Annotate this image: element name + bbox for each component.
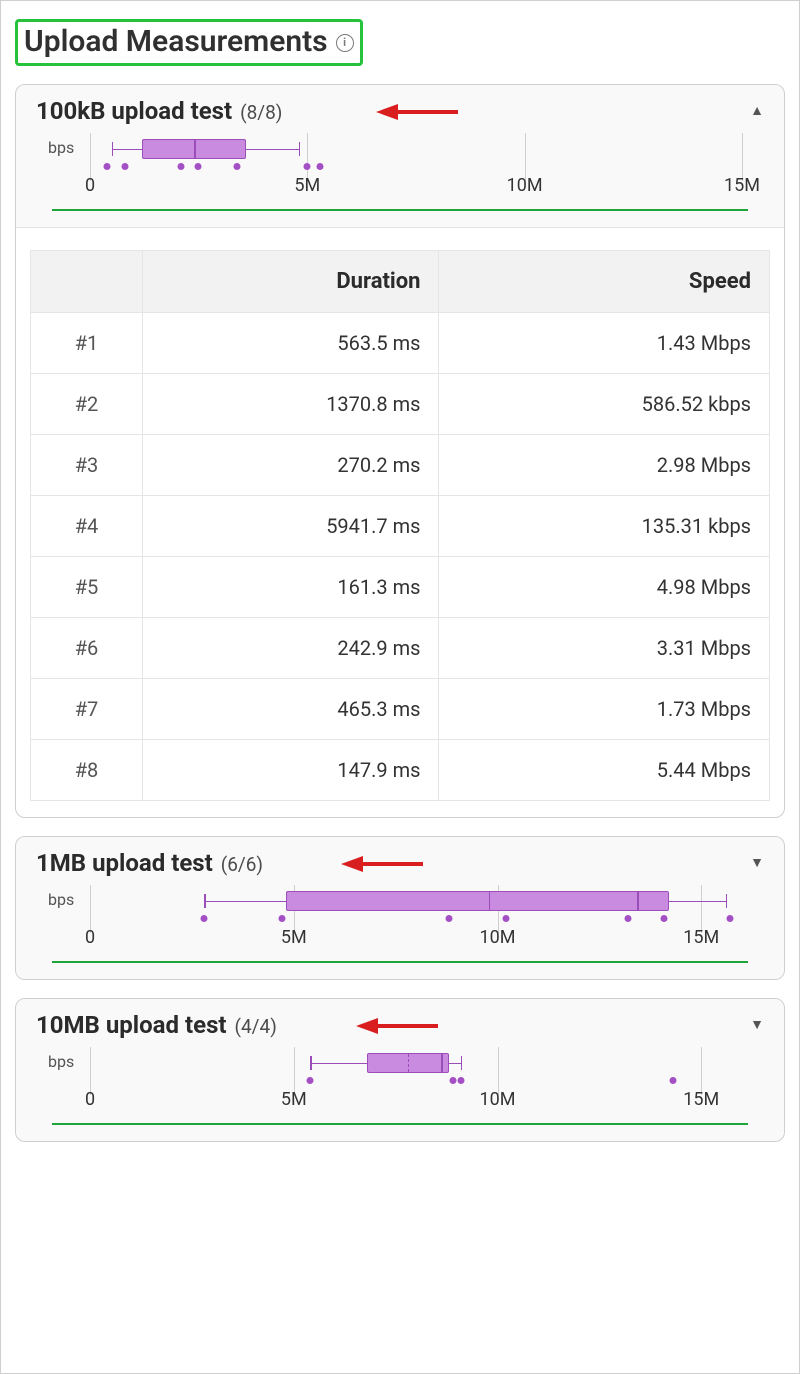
row-speed: 586.52 kbps — [439, 373, 770, 434]
card-count: (4/4) — [235, 1015, 277, 1038]
tick-label: 5M — [281, 1089, 307, 1110]
info-icon[interactable]: i — [336, 34, 354, 52]
tick-label: 15M — [724, 175, 760, 196]
upload-test-card-1mb: 1MB upload test (6/6) ▼ bps — [15, 836, 785, 980]
table-row: #3 270.2 ms 2.98 Mbps — [31, 434, 770, 495]
boxplot-1mb: bps — [36, 877, 764, 963]
chevron-down-icon[interactable]: ▼ — [750, 854, 764, 871]
row-speed: 1.73 Mbps — [439, 678, 770, 739]
tick-label: 5M — [294, 175, 320, 196]
row-index: #1 — [31, 312, 143, 373]
tick-label: 15M — [683, 1089, 719, 1110]
th-blank — [31, 250, 143, 312]
chevron-up-icon[interactable]: ▲ — [750, 102, 764, 119]
measurements-table: Duration Speed #1 563.5 ms 1.43 Mbps #2 … — [30, 250, 770, 801]
axis-label: bps — [48, 1052, 74, 1071]
row-duration: 465.3 ms — [143, 678, 439, 739]
table-row: #5 161.3 ms 4.98 Mbps — [31, 556, 770, 617]
row-index: #5 — [31, 556, 143, 617]
annotation-arrow-icon — [341, 853, 425, 875]
tick-label: 0 — [85, 1089, 95, 1110]
row-index: #3 — [31, 434, 143, 495]
row-speed: 5.44 Mbps — [439, 739, 770, 800]
table-row: #1 563.5 ms 1.43 Mbps — [31, 312, 770, 373]
axis-label: bps — [48, 138, 74, 157]
page-title: Upload Measurements i — [15, 19, 363, 66]
row-duration: 161.3 ms — [143, 556, 439, 617]
tick-label: 0 — [85, 927, 95, 948]
divider-line — [52, 209, 748, 211]
axis-label: bps — [48, 890, 74, 909]
chevron-down-icon[interactable]: ▼ — [750, 1016, 764, 1033]
row-duration: 1370.8 ms — [143, 373, 439, 434]
table-row: #2 1370.8 ms 586.52 kbps — [31, 373, 770, 434]
card-header-1mb[interactable]: 1MB upload test (6/6) ▼ bps — [16, 837, 784, 979]
card-count: (8/8) — [240, 101, 282, 124]
table-row: #6 242.9 ms 3.31 Mbps — [31, 617, 770, 678]
card-header-10mb[interactable]: 10MB upload test (4/4) ▼ bps — [16, 999, 784, 1141]
row-duration: 242.9 ms — [143, 617, 439, 678]
table-header-row: Duration Speed — [31, 250, 770, 312]
tick-label: 15M — [683, 927, 719, 948]
row-speed: 1.43 Mbps — [439, 312, 770, 373]
boxplot-10mb: bps — [36, 1039, 764, 1125]
card-title: 100kB upload test — [36, 97, 232, 125]
card-header-100kb[interactable]: 100kB upload test (8/8) ▲ bps — [16, 85, 784, 228]
row-duration: 147.9 ms — [143, 739, 439, 800]
row-index: #2 — [31, 373, 143, 434]
card-title: 10MB upload test — [36, 1011, 227, 1039]
divider-line — [52, 1123, 748, 1125]
row-speed: 3.31 Mbps — [439, 617, 770, 678]
table-row: #7 465.3 ms 1.73 Mbps — [31, 678, 770, 739]
card-body-100kb: Duration Speed #1 563.5 ms 1.43 Mbps #2 … — [16, 228, 784, 801]
page-title-text: Upload Measurements — [24, 22, 328, 63]
upload-test-card-100kb: 100kB upload test (8/8) ▲ bps — [15, 84, 785, 818]
row-index: #6 — [31, 617, 143, 678]
row-duration: 270.2 ms — [143, 434, 439, 495]
tick-label: 5M — [281, 927, 307, 948]
card-title: 1MB upload test — [36, 849, 213, 877]
row-index: #8 — [31, 739, 143, 800]
card-count: (6/6) — [221, 853, 263, 876]
divider-line — [52, 961, 748, 963]
row-speed: 4.98 Mbps — [439, 556, 770, 617]
row-speed: 2.98 Mbps — [439, 434, 770, 495]
row-speed: 135.31 kbps — [439, 495, 770, 556]
row-index: #4 — [31, 495, 143, 556]
tick-label: 10M — [507, 175, 543, 196]
annotation-arrow-icon — [356, 1015, 440, 1037]
annotation-arrow-icon — [376, 101, 460, 123]
tick-label: 10M — [480, 927, 516, 948]
row-duration: 563.5 ms — [143, 312, 439, 373]
row-index: #7 — [31, 678, 143, 739]
tick-label: 0 — [85, 175, 95, 196]
row-duration: 5941.7 ms — [143, 495, 439, 556]
boxplot-100kb: bps — [36, 125, 764, 211]
tick-label: 10M — [480, 1089, 516, 1110]
th-speed: Speed — [439, 250, 770, 312]
table-row: #4 5941.7 ms 135.31 kbps — [31, 495, 770, 556]
th-duration: Duration — [143, 250, 439, 312]
table-row: #8 147.9 ms 5.44 Mbps — [31, 739, 770, 800]
upload-test-card-10mb: 10MB upload test (4/4) ▼ bps — [15, 998, 785, 1142]
